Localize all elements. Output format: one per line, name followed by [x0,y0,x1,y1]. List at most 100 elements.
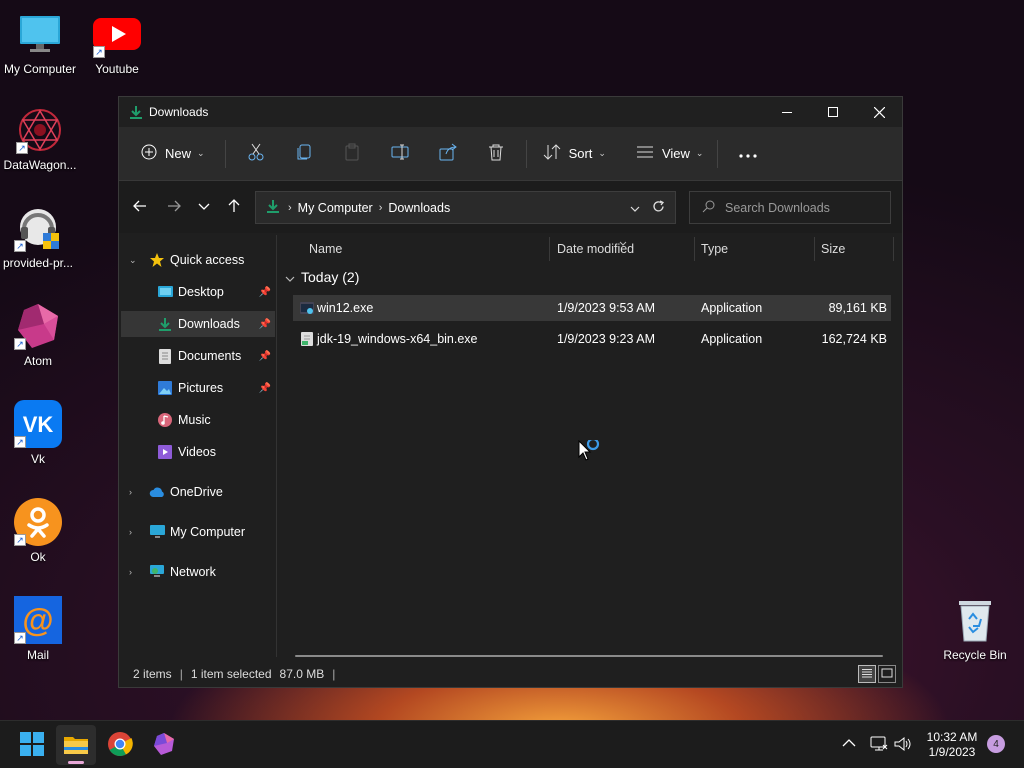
desktop-icon-recycle-bin[interactable]: Recycle Bin [935,596,1015,662]
desktop-icon-atom[interactable]: ↗ Atom [0,302,78,368]
taskbar-chrome[interactable] [100,725,140,765]
sidebar-item-label: Network [170,565,216,579]
share-button[interactable] [424,138,472,170]
title-bar[interactable]: Downloads [119,97,902,127]
taskbar-file-explorer[interactable] [56,725,96,765]
maximize-button[interactable] [810,97,856,127]
sidebar-item-desktop[interactable]: Desktop 📌 [121,279,275,305]
folder-icon [63,733,89,758]
status-bar: 2 items | 1 item selected 87.0 MB | [119,661,902,687]
minimize-button[interactable] [764,97,810,127]
arrow-left-icon [133,200,147,215]
details-view-button[interactable] [858,665,876,683]
sidebar-item-pictures[interactable]: Pictures 📌 [121,375,275,401]
sort-button[interactable]: Sort ⌄ [533,138,612,170]
desktop-icon-datawagon[interactable]: ↗ DataWagon... [0,106,80,172]
chevron-right-icon[interactable]: › [129,567,132,577]
network-tray-button[interactable] [870,736,888,755]
desktop-icon-my-computer[interactable]: My Computer [0,10,80,76]
close-button[interactable] [856,97,902,127]
mail-icon: @ ↗ [14,596,62,644]
breadcrumb-my-computer[interactable]: My Computer [298,201,373,215]
rename-button[interactable] [376,138,424,170]
file-name: jdk-19_windows-x64_bin.exe [317,332,478,346]
speaker-icon [894,736,912,755]
view-button[interactable]: View ⌄ [630,138,710,170]
cut-button[interactable] [232,138,280,170]
copy-button[interactable] [280,138,328,170]
desktop-icon-ok[interactable]: ↗ Ok [0,498,78,564]
start-button[interactable] [12,725,52,765]
pin-icon[interactable]: 📌 [259,319,271,330]
plus-circle-icon [141,144,157,163]
sidebar-item-network[interactable]: › Network [121,559,275,585]
forward-button[interactable] [159,192,189,222]
new-button[interactable]: New ⌄ [135,138,211,170]
active-indicator [68,761,84,764]
column-header-type[interactable]: Type [701,235,728,263]
file-date: 1/9/2023 9:53 AM [557,301,655,315]
sort-indicator-icon [619,235,627,249]
pin-icon[interactable]: 📌 [259,287,271,298]
address-history-dropdown[interactable] [630,201,640,215]
vk-icon: VK ↗ [14,400,62,448]
column-header-size[interactable]: Size [821,235,845,263]
ok-icon: ↗ [14,498,62,546]
shortcut-arrow-icon: ↗ [93,46,105,58]
sidebar-item-quick-access[interactable]: ⌄ Quick access [121,247,275,273]
refresh-icon[interactable] [652,199,665,216]
desktop-icon-mail[interactable]: @ ↗ Mail [0,596,78,662]
more-options-button[interactable] [724,138,772,170]
up-button[interactable] [219,192,249,222]
sort-label: Sort [568,146,593,161]
notification-badge[interactable]: 4 [987,735,1005,753]
delete-button[interactable] [472,138,520,170]
clipboard-icon [343,143,361,164]
sidebar-item-downloads[interactable]: Downloads 📌 [121,311,275,337]
volume-tray-button[interactable] [894,736,912,755]
sidebar-item-videos[interactable]: Videos [121,439,275,465]
breadcrumb-downloads[interactable]: Downloads [388,201,450,215]
datawagon-icon: ↗ [16,106,64,154]
sidebar-item-my-computer[interactable]: › My Computer [121,519,275,545]
address-bar[interactable]: › My Computer › Downloads [255,191,676,224]
large-icons-view-button[interactable] [878,665,896,683]
desktop-icon-vk[interactable]: VK ↗ Vk [0,400,78,466]
recent-locations-button[interactable] [189,192,219,222]
sidebar-item-music[interactable]: Music [121,407,275,433]
chevron-down-icon[interactable]: ⌄ [129,255,137,266]
installer-file-icon [299,331,315,347]
new-label: New [165,146,192,161]
ellipsis-icon [739,147,758,161]
sidebar-item-label: Videos [178,445,216,459]
file-row-win12[interactable]: win12.exe 1/9/2023 9:53 AM Application 8… [293,295,891,321]
show-hidden-icons-button[interactable] [842,737,856,751]
desktop-icon-label: Youtube [95,62,139,76]
chevron-right-icon[interactable]: › [129,487,132,497]
headset-icon: ↗ [14,204,62,252]
taskbar-atom[interactable] [144,725,184,765]
file-name: win12.exe [317,301,374,315]
sidebar-item-onedrive[interactable]: › OneDrive [121,479,275,505]
svg-text:@: @ [22,602,53,638]
search-input[interactable] [725,200,885,215]
back-button[interactable] [125,192,155,222]
pin-icon[interactable]: 📌 [259,351,271,362]
status-selected-count: 1 item selected [190,667,272,681]
download-icon [266,199,280,216]
sidebar-item-documents[interactable]: Documents 📌 [121,343,275,369]
group-header-today[interactable]: Today (2) [285,269,359,285]
column-header-name[interactable]: Name [309,235,342,263]
paste-button[interactable] [328,138,376,170]
chevron-right-icon[interactable]: › [129,527,132,537]
file-row-jdk[interactable]: jdk-19_windows-x64_bin.exe 1/9/2023 9:23… [293,326,891,352]
horizontal-scrollbar[interactable] [295,655,883,657]
pin-icon[interactable]: 📌 [259,383,271,394]
desktop-icon-label: Mail [26,648,49,662]
desktop-icon-provided[interactable]: ↗ provided-pr... [0,204,78,270]
desktop-icon-youtube[interactable]: ↗ Youtube [77,10,157,76]
search-box[interactable] [689,191,891,224]
sidebar-item-label: Desktop [178,285,224,299]
search-icon [702,200,715,216]
taskbar-clock[interactable]: 10:32 AM 1/9/2023 [918,730,986,760]
